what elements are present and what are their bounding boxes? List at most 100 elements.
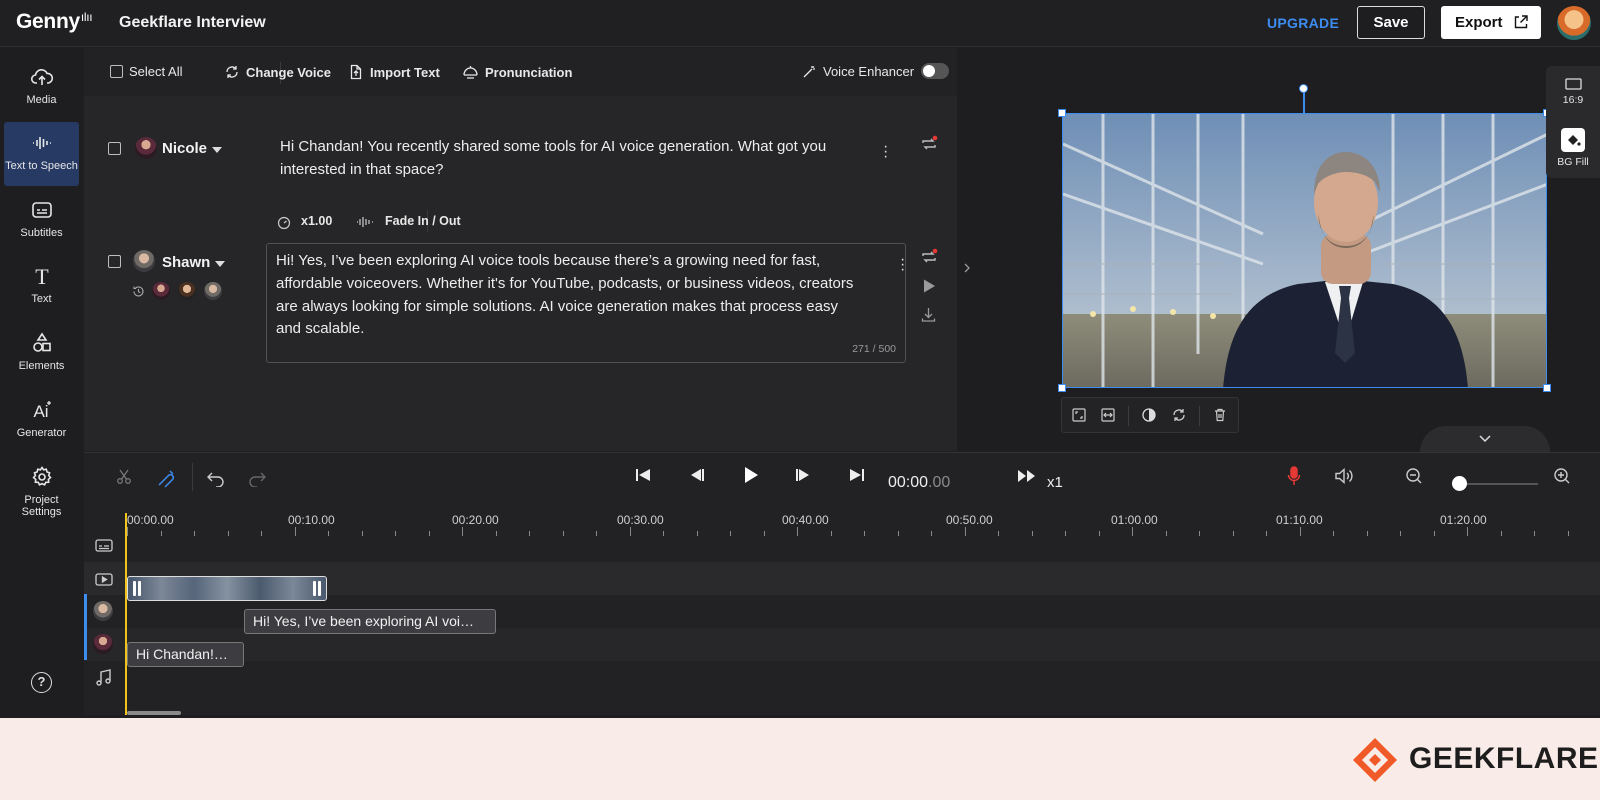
timeline-scrollbar[interactable] <box>127 711 181 715</box>
undo-icon[interactable] <box>206 468 225 487</box>
sidebar-item-media[interactable]: Media <box>4 56 79 120</box>
scissors-cut-icon[interactable] <box>115 468 133 486</box>
speed-control[interactable]: x1.00 <box>301 214 332 228</box>
upgrade-link[interactable]: UPGRADE <box>1267 15 1339 31</box>
waveform-icon <box>32 137 51 149</box>
speaker-avatar-nicole[interactable] <box>135 137 157 159</box>
chevron-down-icon[interactable] <box>1478 434 1492 443</box>
clip-trim-handle-left[interactable] <box>138 581 141 596</box>
track-avatar-nicole <box>93 634 113 654</box>
save-button[interactable]: Save <box>1357 6 1425 39</box>
panel-splitter[interactable] <box>957 48 977 451</box>
sidebar-item-generator[interactable]: Ai Generator <box>4 389 79 453</box>
video-thumbnail-image <box>1063 114 1546 387</box>
sidebar-item-label: Elements <box>18 360 65 372</box>
import-text-button[interactable]: Import Text <box>348 64 440 80</box>
play-icon[interactable] <box>741 465 761 485</box>
ruler-label: 01:20.00 <box>1440 513 1487 527</box>
ruler-label: 01:00.00 <box>1111 513 1158 527</box>
video-frame[interactable] <box>1062 113 1547 388</box>
export-button[interactable]: Export <box>1441 6 1541 39</box>
clip-trim-handle-right[interactable] <box>313 581 316 596</box>
select-all-checkbox[interactable]: Select All <box>110 64 182 79</box>
resize-handle[interactable] <box>1543 384 1551 392</box>
zoom-out-icon[interactable] <box>1405 467 1423 485</box>
chevron-down-icon[interactable] <box>212 147 222 153</box>
history-icon[interactable] <box>132 285 145 298</box>
resize-handle[interactable] <box>1058 109 1066 117</box>
regenerate-icon[interactable] <box>919 247 939 267</box>
aspect-ratio-button[interactable]: 16:9 <box>1546 72 1600 118</box>
audio-clip-nicole[interactable]: Hi Chandan!… <box>127 642 244 667</box>
recent-voice-avatar[interactable] <box>152 282 170 300</box>
replace-icon[interactable] <box>1171 407 1187 423</box>
genny-logo[interactable]: Gennyılıı <box>16 10 93 34</box>
zoom-in-icon[interactable] <box>1553 467 1571 485</box>
audio-clip-shawn[interactable]: Hi! Yes, I’ve been exploring AI voi… <box>244 609 496 634</box>
project-title[interactable]: Geekflare Interview <box>119 14 266 32</box>
bg-fill-button[interactable]: BG Fill <box>1546 126 1600 176</box>
microphone-icon[interactable] <box>1286 465 1302 487</box>
voice-enhancer-toggle[interactable] <box>921 63 949 79</box>
recent-voice-avatar[interactable] <box>204 282 222 300</box>
play-preview-icon[interactable] <box>922 278 936 294</box>
sidebar-item-label: Subtitles <box>20 227 63 239</box>
aspect-ratio-icon <box>1564 78 1582 90</box>
skip-to-start-icon[interactable] <box>634 466 652 484</box>
ai-generator-icon: Ai <box>33 401 51 421</box>
collapse-preview-tab[interactable] <box>1420 426 1550 452</box>
zoom-slider-knob[interactable] <box>1452 476 1467 491</box>
character-counter: 271 / 500 <box>852 343 896 355</box>
fast-forward-icon[interactable] <box>1017 468 1037 484</box>
user-avatar[interactable] <box>1557 6 1591 40</box>
speaker-name-shawn[interactable]: Shawn <box>162 254 210 271</box>
svg-text:Ai: Ai <box>33 402 48 421</box>
sidebar-item-subtitles[interactable]: Subtitles <box>4 189 79 253</box>
subtitles-icon <box>31 202 52 218</box>
trash-icon[interactable] <box>1212 407 1228 423</box>
chevron-right-icon[interactable] <box>962 262 972 274</box>
block-checkbox-shawn[interactable] <box>108 255 121 268</box>
pronunciation-button[interactable]: Pronunciation <box>462 64 572 80</box>
fill-frame-icon[interactable] <box>1100 407 1116 423</box>
sidebar-item-text-to-speech[interactable]: Text to Speech <box>4 122 79 186</box>
skip-to-end-icon[interactable] <box>848 466 866 484</box>
more-options-icon[interactable]: · · · <box>883 139 888 165</box>
clip-trim-handle-right[interactable] <box>318 581 321 596</box>
bg-fill-label: BG Fill <box>1557 156 1589 168</box>
more-options-icon[interactable]: · · · <box>900 252 905 278</box>
volume-icon[interactable] <box>1334 467 1354 485</box>
change-voice-button[interactable]: Change Voice <box>224 64 331 80</box>
magnet-snap-icon[interactable] <box>156 468 176 488</box>
recent-voice-avatar[interactable] <box>178 282 196 300</box>
chevron-down-icon[interactable] <box>215 261 225 267</box>
step-forward-icon[interactable] <box>794 466 812 484</box>
fit-frame-icon[interactable] <box>1071 407 1087 423</box>
help-icon[interactable]: ? <box>31 672 52 693</box>
download-icon[interactable] <box>920 306 937 323</box>
zoom-slider-track[interactable] <box>1457 483 1538 485</box>
regenerate-icon[interactable] <box>919 134 939 154</box>
sidebar-item-text[interactable]: T Text <box>4 255 79 319</box>
speaker-avatar-shawn[interactable] <box>133 250 155 272</box>
rotation-handle[interactable] <box>1299 84 1308 93</box>
resize-handle[interactable] <box>1058 384 1066 392</box>
fade-control[interactable]: Fade In / Out <box>385 214 461 228</box>
step-back-icon[interactable] <box>688 466 706 484</box>
playback-speed[interactable]: x1 <box>1047 474 1063 491</box>
script-text-nicole[interactable]: Hi Chandan! You recently shared some too… <box>280 136 860 181</box>
redo-icon[interactable] <box>248 468 267 487</box>
import-text-label: Import Text <box>370 64 440 80</box>
video-clip[interactable] <box>127 576 327 601</box>
ruler-label: 00:30.00 <box>617 513 664 527</box>
script-text-shawn[interactable]: Hi! Yes, I’ve been exploring AI voice to… <box>276 250 856 341</box>
contrast-icon[interactable] <box>1141 407 1157 423</box>
script-textbox-shawn[interactable]: Hi! Yes, I’ve been exploring AI voice to… <box>266 243 906 363</box>
block-checkbox-nicole[interactable] <box>108 142 121 155</box>
sidebar-item-project-settings[interactable]: Project Settings <box>4 456 79 534</box>
clip-trim-handle-left[interactable] <box>133 581 136 596</box>
playhead[interactable] <box>125 513 127 715</box>
speaker-name-nicole[interactable]: Nicole <box>162 140 207 157</box>
ruler-label: 00:20.00 <box>452 513 499 527</box>
sidebar-item-elements[interactable]: Elements <box>4 322 79 386</box>
